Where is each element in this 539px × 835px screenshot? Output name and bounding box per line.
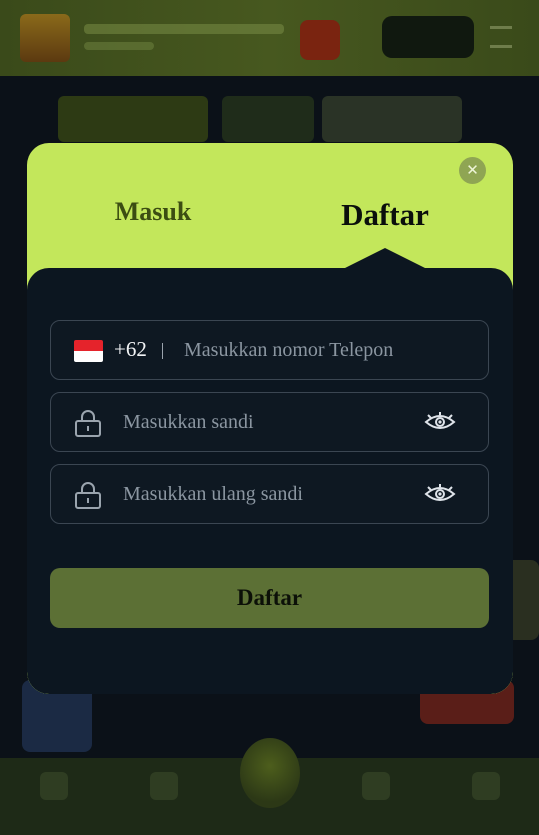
nav-home-icon: [40, 772, 68, 800]
password-input[interactable]: [123, 393, 413, 451]
promo-banner: [322, 96, 462, 142]
eye-icon[interactable]: [424, 483, 456, 505]
nav-profile-icon: [472, 772, 500, 800]
password-field: [50, 392, 489, 452]
header-announcement-sub: [84, 42, 154, 50]
tab-register[interactable]: Daftar: [305, 197, 465, 233]
site-logo: [20, 14, 70, 62]
confirm-password-input[interactable]: [123, 465, 413, 523]
header-announcement: [84, 24, 284, 34]
confirm-password-field: [50, 464, 489, 524]
lock-icon: [75, 482, 101, 509]
eye-icon[interactable]: [424, 411, 456, 433]
close-button[interactable]: ✕: [459, 157, 486, 184]
indonesia-flag-icon[interactable]: [74, 340, 103, 362]
menu-icon: [490, 26, 512, 48]
header-login-button: [382, 16, 474, 58]
register-form: +62 Masukkan nomor Telepon Daftar: [27, 268, 513, 694]
active-tab-indicator: [345, 248, 425, 268]
auth-modal: ✕ Masuk Daftar +62 Masukkan nomor Telepo…: [27, 143, 513, 694]
lock-icon: [75, 410, 101, 437]
promo-banner: [222, 96, 314, 142]
header-bar: [0, 0, 539, 76]
nav-wallet-icon: [362, 772, 390, 800]
promo-banner: [58, 96, 208, 142]
phone-field: +62: [50, 320, 489, 380]
nav-center-icon: [240, 738, 300, 808]
phone-input[interactable]: [184, 321, 474, 379]
gift-icon: [300, 20, 340, 60]
tab-login[interactable]: Masuk: [73, 197, 233, 227]
nav-promo-icon: [150, 772, 178, 800]
close-icon: ✕: [466, 161, 479, 179]
dial-code[interactable]: +62: [114, 337, 147, 362]
register-submit-button[interactable]: Daftar: [50, 568, 489, 628]
field-divider: [162, 343, 163, 359]
